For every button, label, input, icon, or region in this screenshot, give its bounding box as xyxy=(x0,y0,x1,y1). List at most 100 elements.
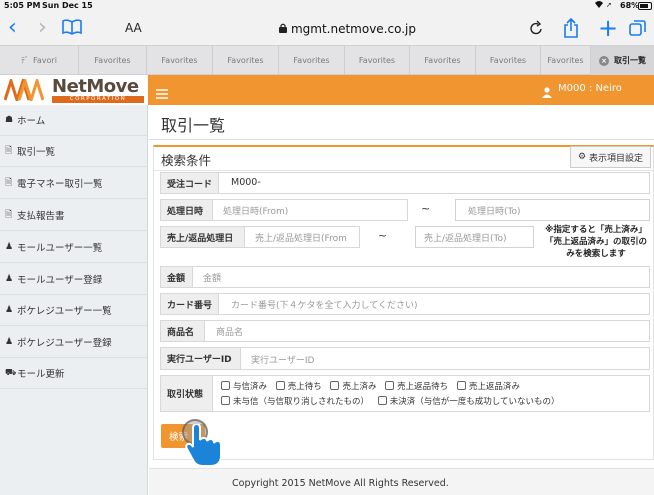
url-text: mgmt.netmove.co.jp xyxy=(290,22,417,36)
user-icon xyxy=(542,83,552,102)
sidebar-item-label: ポケレジユーザー登録 xyxy=(17,337,112,349)
tab-favorites-8[interactable]: Favorites xyxy=(541,46,591,75)
new-tab-icon[interactable]: + xyxy=(598,14,618,42)
amount-row: 金額 金額 xyxy=(160,266,650,288)
order-code-row: 受注コード M000- xyxy=(160,172,650,194)
tab-favorites-1[interactable]: Favorites xyxy=(79,46,147,75)
process-date-to-placeholder: 処理日時(To) xyxy=(468,207,521,217)
tabs-icon[interactable] xyxy=(629,20,646,41)
sidebar-item-transactions[interactable]: 🗎 取引一覧 xyxy=(0,136,147,167)
status-checkbox-unauthorized[interactable]: 未与信（与信取り消しされたもの） xyxy=(221,396,370,407)
status-checkbox-returned[interactable]: 売上返品済み xyxy=(456,381,520,392)
tab-label: Favorites xyxy=(489,56,527,65)
process-date-label: 処理日時 xyxy=(161,200,213,220)
back-icon[interactable]: ‹ xyxy=(8,17,17,39)
share-icon[interactable] xyxy=(563,17,579,42)
tab-favorites-5[interactable]: Favorites xyxy=(345,46,410,75)
tab-label: Favori xyxy=(33,56,57,65)
note-line: ※指定すると「売上済み」 xyxy=(545,225,647,235)
logo-name: NetMove xyxy=(52,76,139,97)
status-checkbox-sold[interactable]: 売上済み xyxy=(330,381,377,392)
product-name-label: 商品名 xyxy=(161,321,205,341)
sidebar-item-payment-report[interactable]: 🗎 支払報告書 xyxy=(0,199,147,231)
sidebar-item-label: 電子マネー取引一覧 xyxy=(17,178,103,190)
process-date-from-row: 処理日時 処理日時(From) xyxy=(160,199,408,221)
sidebar-item-label: ポケレジユーザー一覧 xyxy=(17,306,112,317)
card-number-label: カード番号 xyxy=(161,294,219,314)
tab-label: Favorites xyxy=(424,56,461,65)
document-icon: 🗎 xyxy=(5,177,13,188)
status-checkbox-awaiting-sale[interactable]: 売上待ち xyxy=(275,381,322,392)
card-number-input[interactable]: カード番号(下４ケタを全て入力してください) xyxy=(231,298,417,311)
forward-icon[interactable]: › xyxy=(38,17,47,39)
lock-icon xyxy=(278,23,287,36)
sidebar-item-mall-user-register[interactable]: ♟ モールユーザー登録 xyxy=(0,263,147,295)
checkbox-label: 与信済み xyxy=(233,382,268,392)
user-name[interactable]: M000 : Neiro xyxy=(558,83,622,94)
wifi-icon xyxy=(594,0,604,11)
status-date: Sun Dec 15 xyxy=(42,1,93,10)
status-checkbox-unsettled[interactable]: 未決済（与信が一度も成功していないもの） xyxy=(377,396,559,407)
status-bar: 5:05 PM Sun Dec 15 ➚ 68% xyxy=(0,0,654,13)
product-name-input[interactable]: 商品名 xyxy=(216,325,243,338)
tab-favorites-4[interactable]: Favorites xyxy=(279,46,345,75)
checkbox-label: 売上待ち xyxy=(287,382,322,392)
users-icon: ♟ xyxy=(5,336,14,347)
tab-close-icon[interactable]: × xyxy=(599,55,609,66)
url-bar[interactable]: mgmt.netmove.co.jp xyxy=(155,16,540,42)
status-checkbox-awaiting-return[interactable]: 売上返品待ち xyxy=(385,381,448,392)
panel-title: 検索条件 xyxy=(161,153,212,168)
battery-icon xyxy=(638,2,652,10)
sidebar-item-mall-update[interactable]: ⛟ モール更新 xyxy=(0,358,147,389)
sidebar-item-emoney[interactable]: 🗎 電子マネー取引一覧 xyxy=(0,167,147,199)
process-date-from-input[interactable]: 処理日時(From) xyxy=(223,204,288,217)
sidebar-item-pokereji-users[interactable]: ♟ ポケレジユーザー一覧 xyxy=(0,295,147,326)
card-number-row: カード番号 カード番号(下４ケタを全て入力してください) xyxy=(160,293,650,315)
tab-active[interactable]: × 取引一覧 xyxy=(591,46,654,75)
users-icon: ♟ xyxy=(5,305,14,315)
sidebar-item-label: 取引一覧 xyxy=(17,147,56,158)
status-label: 取引状態 xyxy=(161,376,213,411)
sidebar-item-home[interactable]: ☗ ホーム xyxy=(0,105,147,136)
sidebar-item-pokereji-register[interactable]: ♟ ポケレジユーザー登録 xyxy=(0,326,147,358)
sidebar-item-label: ホーム xyxy=(17,116,46,127)
sidebar-item-mall-users[interactable]: ♟ モールユーザー一覧 xyxy=(0,231,147,263)
title-divider xyxy=(149,139,654,140)
process-date-to-input[interactable]: 処理日時(To) xyxy=(455,199,650,221)
sale-date-tilde: ~ xyxy=(378,229,388,242)
tab-label: 取引一覧 xyxy=(614,56,646,65)
order-code-input[interactable]: M000- xyxy=(231,177,261,188)
logo[interactable]: NetMove CORPORATION xyxy=(0,75,148,105)
status-checkbox-authorized[interactable]: 与信済み xyxy=(221,381,268,392)
checkbox-label: 売上済み xyxy=(342,382,377,392)
location-icon: ➚ xyxy=(606,1,612,9)
tab-favorites-2[interactable]: Favorites xyxy=(147,46,213,75)
order-code-label: 受注コード xyxy=(161,173,219,193)
tab-favorites-3[interactable]: Favorites xyxy=(213,46,279,75)
tab-favorites-0[interactable]: ﾃﾞ Favori xyxy=(0,46,79,75)
sale-date-to-placeholder: 売上/返品処理日(To) xyxy=(424,234,507,244)
amount-input[interactable]: 金額 xyxy=(203,271,221,284)
user-icon: ♟ xyxy=(5,273,14,284)
sidebar: ☗ ホーム 🗎 取引一覧 🗎 電子マネー取引一覧 🗎 支払報告書 ♟ モールユーザー一覧 … xyxy=(0,105,148,495)
user-icon: ♟ xyxy=(5,241,14,252)
tab-label: Favorites xyxy=(227,56,264,65)
tab-favorites-6[interactable]: Favorites xyxy=(410,46,476,75)
sale-date-to-input[interactable]: 売上/返品処理日(To) xyxy=(415,226,534,248)
top-bar: M000 : Neiro xyxy=(148,75,654,105)
reload-icon[interactable] xyxy=(530,20,544,40)
display-settings-button[interactable]: ⚙ 表示項目設定 xyxy=(570,146,651,168)
checkbox-label: 未与信（与信取り消しされたもの） xyxy=(233,397,370,407)
menu-icon[interactable] xyxy=(156,84,168,103)
text-size-button[interactable]: AA xyxy=(125,21,142,35)
display-settings-label: 表示項目設定 xyxy=(589,153,644,164)
sidebar-item-label: モールユーザー登録 xyxy=(17,274,103,286)
note-line: 「売上返品済み」の取引の xyxy=(544,237,647,247)
product-name-row: 商品名 商品名 xyxy=(160,320,650,342)
tab-favorites-7[interactable]: Favorites xyxy=(476,46,541,75)
exec-user-input[interactable]: 実行ユーザーID xyxy=(251,353,314,366)
bookmarks-icon[interactable] xyxy=(62,19,82,39)
sale-date-from-input[interactable]: 売上/返品処理日(From xyxy=(255,231,347,244)
copyright-text: Copyright 2015 NetMove All Rights Reserv… xyxy=(232,478,449,489)
tab-close-icon[interactable]: ﾃﾞ xyxy=(21,55,29,66)
